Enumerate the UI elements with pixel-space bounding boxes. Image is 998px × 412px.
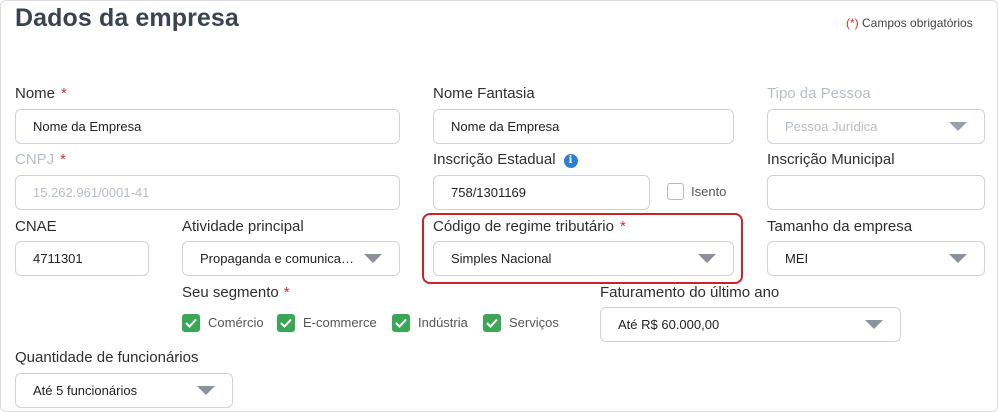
- required-star: *: [61, 85, 67, 102]
- required-mark: (*): [846, 16, 859, 30]
- tipo-pessoa-value: Pessoa Jurídica: [785, 119, 878, 134]
- cnpj-placeholder: 15.262.961/0001-41: [33, 185, 150, 200]
- regime-tributario-select[interactable]: Simples Nacional: [433, 241, 734, 276]
- checkmark-icon: [395, 318, 407, 328]
- isento-label: Isento: [691, 184, 727, 199]
- required-star: *: [283, 284, 290, 301]
- checkmark-icon: [486, 318, 498, 328]
- regime-tributario-label: Código de regime tributário *: [433, 218, 626, 235]
- nome-fantasia-label: Nome Fantasia: [433, 85, 535, 102]
- segmento-label-text: Seu segmento: [182, 284, 279, 301]
- nome-fantasia-input[interactable]: Nome da Empresa: [433, 109, 734, 144]
- regime-tributario-label-text: Código de regime tributário: [433, 218, 614, 235]
- inscricao-estadual-label: Inscrição Estadual i: [433, 151, 578, 168]
- faturamento-value: Até R$ 60.000,00: [618, 317, 720, 332]
- funcionarios-value: Até 5 funcionários: [33, 383, 138, 398]
- checkmark-icon: [280, 318, 292, 328]
- checkmark-icon: [185, 318, 197, 328]
- nome-input[interactable]: Nome da Empresa: [15, 109, 400, 144]
- inscricao-estadual-label-text: Inscrição Estadual: [433, 151, 556, 168]
- segmento-option-label: E-commerce: [303, 315, 377, 330]
- company-data-panel: Dados da empresa (*) Campos obrigatórios…: [0, 0, 998, 412]
- tamanho-empresa-value: MEI: [785, 251, 809, 266]
- required-note-text: Campos obrigatórios: [862, 16, 973, 30]
- segmento-option-label: Serviços: [509, 315, 559, 330]
- atividade-principal-label: Atividade principal: [182, 218, 304, 235]
- chevron-down-icon: [949, 254, 967, 263]
- funcionarios-select[interactable]: Até 5 funcionários: [15, 373, 233, 408]
- inscricao-municipal-label: Inscrição Municipal: [767, 151, 895, 168]
- isento-checkbox[interactable]: [667, 183, 684, 200]
- nome-label-text: Nome: [15, 85, 56, 102]
- faturamento-select[interactable]: Até R$ 60.000,00: [600, 307, 901, 342]
- info-icon[interactable]: i: [563, 153, 578, 168]
- segmento-comercio-checkbox[interactable]: [182, 314, 200, 332]
- regime-tributario-value: Simples Nacional: [451, 251, 552, 266]
- chevron-down-icon: [949, 122, 967, 131]
- faturamento-label: Faturamento do último ano: [600, 284, 780, 301]
- nome-value: Nome da Empresa: [33, 119, 142, 134]
- tamanho-empresa-select[interactable]: MEI: [767, 241, 985, 276]
- segmento-option-label: Comércio: [208, 315, 264, 330]
- tamanho-empresa-label: Tamanho da empresa: [767, 218, 913, 235]
- cnae-input[interactable]: 4711301: [15, 241, 149, 276]
- segmento-ecommerce-checkbox[interactable]: [277, 314, 295, 332]
- required-fields-note: (*) Campos obrigatórios: [846, 16, 973, 30]
- atividade-principal-value: Propaganda e comunicação: [200, 251, 356, 266]
- cnae-label: CNAE: [15, 218, 57, 235]
- segmento-servicos-checkbox[interactable]: [483, 314, 501, 332]
- inscricao-municipal-input[interactable]: [767, 175, 985, 210]
- cnpj-input[interactable]: 15.262.961/0001-41: [15, 175, 400, 210]
- atividade-principal-select[interactable]: Propaganda e comunicação: [182, 241, 400, 276]
- tipo-pessoa-label: Tipo da Pessoa: [767, 85, 871, 102]
- inscricao-estadual-value: 758/1301169: [451, 185, 526, 200]
- segmento-label: Seu segmento *: [182, 284, 290, 301]
- chevron-down-icon: [364, 254, 382, 263]
- segmento-industria-checkbox[interactable]: [392, 314, 410, 332]
- funcionarios-label: Quantidade de funcionários: [15, 349, 199, 366]
- cnpj-label: CNPJ *: [15, 151, 66, 168]
- nome-fantasia-value: Nome da Empresa: [451, 119, 560, 134]
- nome-label: Nome *: [15, 85, 67, 102]
- cnae-value: 4711301: [33, 251, 83, 266]
- chevron-down-icon: [865, 320, 883, 329]
- segmento-option-label: Indústria: [418, 315, 468, 330]
- required-star: *: [619, 218, 626, 235]
- chevron-down-icon: [698, 254, 716, 263]
- chevron-down-icon: [197, 386, 215, 395]
- tipo-pessoa-select[interactable]: Pessoa Jurídica: [767, 109, 985, 144]
- cnpj-label-text: CNPJ: [15, 151, 55, 168]
- required-star: *: [60, 151, 67, 168]
- inscricao-estadual-input[interactable]: 758/1301169: [433, 175, 650, 210]
- page-title: Dados da empresa: [15, 4, 239, 32]
